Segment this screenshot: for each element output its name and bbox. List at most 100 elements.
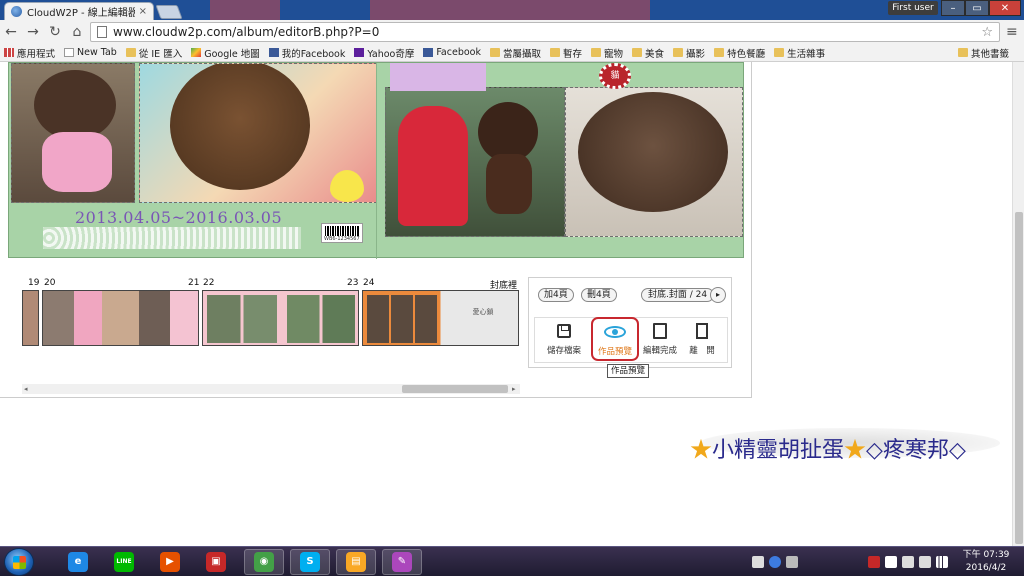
home-icon[interactable]: ⌂ [66, 24, 88, 40]
badge-sticker[interactable]: 貓 [599, 63, 631, 89]
preview-label: 作品預覽 [597, 347, 632, 357]
taskbar-app-media-player[interactable]: ▶ [150, 549, 190, 575]
forward-icon[interactable]: → [22, 24, 44, 40]
photo-frame[interactable] [385, 87, 565, 237]
scroll-right-icon[interactable]: ▸ [512, 384, 516, 394]
dog-clothes [42, 132, 112, 192]
bookmark-star-icon[interactable]: ☆ [981, 25, 993, 40]
scroll-left-icon[interactable]: ◂ [24, 384, 28, 394]
page-thumbnail-22-23[interactable] [202, 290, 359, 346]
barcode-number: WB6-1234567 [324, 236, 360, 242]
page-thumbnail-19[interactable] [22, 290, 39, 346]
preview-button[interactable]: 作品預覽 [591, 317, 639, 361]
taskbar-app-line[interactable]: LINE [104, 549, 144, 575]
taskbar-app-paint[interactable]: ✎ [382, 549, 422, 575]
taskbar-app-skype[interactable]: S [290, 549, 330, 575]
start-button[interactable] [4, 548, 34, 576]
reload-icon[interactable]: ↻ [44, 24, 66, 40]
page-thumbnail-20-21[interactable] [42, 290, 199, 346]
album-editor: 2013.04.05~2016.03.05 WB6-1234567 貓 19 2… [0, 62, 752, 398]
photo-frame[interactable] [565, 87, 743, 237]
add-pages-button[interactable]: 加4頁 [538, 288, 574, 302]
title-bar-decoration [210, 0, 280, 20]
bookmark-label: 生活雜事 [787, 48, 826, 60]
bookmark-item[interactable]: Yahoo奇摩 [354, 46, 414, 60]
finish-editing-button[interactable]: 編輯完成 [637, 318, 683, 362]
preview-tooltip: 作品預覽 [607, 364, 650, 378]
network-icon[interactable] [902, 556, 914, 568]
other-bookmarks[interactable]: 其他書籤 [957, 46, 1009, 60]
bookmarks-bar: 應用程式 New Tab 從 IE 匯入 Google 地圖 我的Facebook Yah… [0, 44, 1024, 62]
chrome-menu-icon[interactable]: ≡ [1006, 24, 1018, 40]
folder-icon [774, 48, 785, 57]
media-player-icon: ▶ [160, 552, 180, 572]
watermark-text-main: 小精靈胡扯蛋 [712, 438, 845, 463]
bookmark-item[interactable]: 寵物 [591, 46, 623, 60]
photo-frame[interactable] [11, 63, 135, 203]
next-page-button[interactable]: ▸ [710, 287, 726, 303]
bookmark-label: 攝影 [686, 48, 706, 60]
user-badge[interactable]: First user [888, 1, 938, 15]
browser-tab[interactable]: CloudW2P - 線上編輯器 × [4, 2, 154, 20]
bookmark-item[interactable]: Facebook [423, 47, 481, 58]
minimize-button[interactable]: – [941, 0, 965, 16]
delete-pages-button[interactable]: 刪4頁 [581, 288, 617, 302]
signal-icon[interactable] [936, 556, 948, 568]
bookmark-item[interactable]: 當屬攝取 [489, 46, 541, 60]
store-icon: ▣ [206, 552, 226, 572]
date-range-text[interactable]: 2013.04.05~2016.03.05 [75, 208, 282, 227]
bookmark-item[interactable]: 從 IE 匯入 [125, 46, 182, 60]
thumb-photo-grid [287, 295, 355, 343]
bookmark-item[interactable]: 特色餐廳 [714, 46, 765, 60]
dog-head [170, 64, 310, 190]
bookmark-label: 特色餐廳 [727, 48, 766, 60]
new-tab-button[interactable] [155, 5, 183, 19]
photo-frame[interactable] [139, 63, 377, 203]
windows-flag-icon[interactable] [885, 556, 897, 568]
scrollbar-thumb[interactable] [402, 385, 508, 393]
tray-app-icon[interactable] [752, 556, 764, 568]
save-button[interactable]: 儲存檔案 [541, 318, 587, 362]
help-icon[interactable] [769, 556, 781, 568]
maximize-button[interactable]: ▭ [965, 0, 989, 16]
finish-label: 編輯完成 [642, 346, 677, 356]
album-spread[interactable]: 2013.04.05~2016.03.05 WB6-1234567 貓 [8, 62, 744, 259]
heart-sticker[interactable] [330, 170, 364, 202]
address-bar[interactable]: www.cloudw2p.com/album/editorB.php?P=0 ☆ [90, 22, 1000, 42]
usb-icon[interactable] [786, 556, 798, 568]
bookmark-label: 應用程式 [17, 48, 56, 60]
bookmark-item[interactable]: 暫存 [550, 46, 582, 60]
bookmark-item[interactable]: 攝影 [673, 46, 705, 60]
taskbar-app-store[interactable]: ▣ [196, 549, 236, 575]
windows-taskbar: e LINE ▶ ▣ ◉ S ▤ ✎ 下午 07:39 2016/4/2 [0, 546, 1024, 576]
bookmark-item[interactable]: New Tab [64, 47, 117, 58]
close-window-button[interactable]: ✕ [989, 0, 1021, 16]
bookmark-item[interactable]: 應用程式 [4, 46, 55, 60]
address-url[interactable]: www.cloudw2p.com/album/editorB.php?P=0 [113, 25, 981, 39]
title-bar: CloudW2P - 線上編輯器 × First user – ▭ ✕ [0, 0, 1024, 20]
apps-icon [4, 48, 14, 57]
tab-close-icon[interactable]: × [139, 6, 147, 17]
page-vertical-scrollbar[interactable] [1012, 62, 1024, 546]
volume-icon[interactable] [919, 556, 931, 568]
folder-icon [125, 48, 136, 57]
bookmark-item[interactable]: 生活雜事 [774, 46, 825, 60]
taskbar-app-ie[interactable]: e [58, 549, 98, 575]
taskbar-app-explorer[interactable]: ▤ [336, 549, 376, 575]
thumb-photo-grid [367, 295, 437, 343]
page-thumbnail-24-back[interactable]: 愛心鎖 [362, 290, 519, 346]
strip-horizontal-scrollbar[interactable]: ◂ ▸ [22, 384, 520, 394]
lace-decoration [43, 227, 301, 249]
explorer-icon: ▤ [346, 552, 366, 572]
bookmark-item[interactable]: 美食 [632, 46, 664, 60]
back-icon[interactable]: ← [0, 24, 22, 40]
bookmark-item[interactable]: Google 地圖 [191, 46, 260, 60]
scrollbar-thumb[interactable] [1015, 212, 1023, 544]
purple-sticker[interactable] [390, 63, 486, 91]
bookmark-item[interactable]: 我的Facebook [268, 46, 345, 60]
exit-button[interactable]: 離 開 [679, 318, 725, 362]
line-icon: LINE [114, 552, 134, 572]
antivirus-icon[interactable] [868, 556, 880, 568]
system-clock[interactable]: 下午 07:39 2016/4/2 [958, 549, 1014, 575]
taskbar-app-chrome[interactable]: ◉ [244, 549, 284, 575]
